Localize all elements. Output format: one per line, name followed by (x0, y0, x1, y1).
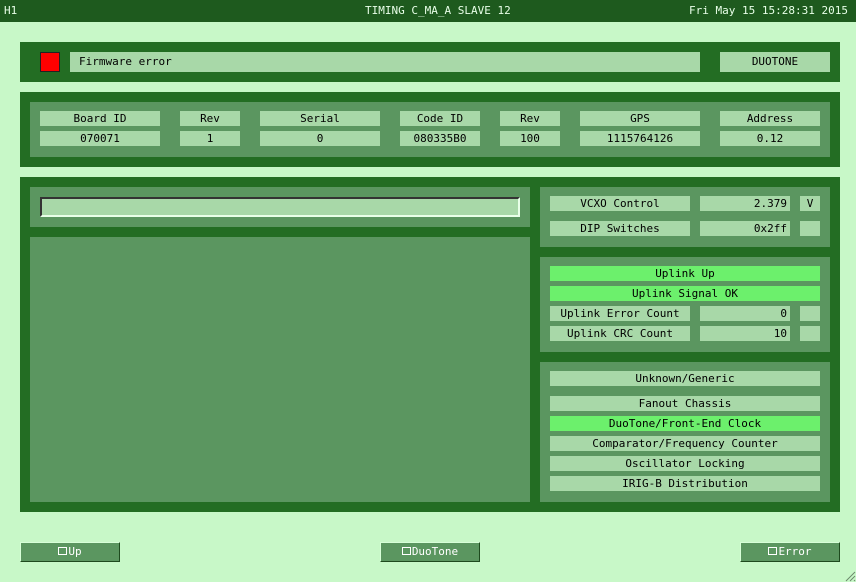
uplink-up-indicator: Uplink Up (550, 266, 820, 281)
vcxo-group: VCXO Control 2.379 V DIP Switches 0x2ff (540, 187, 830, 247)
command-input[interactable] (40, 197, 520, 217)
address-value: 0.12 (720, 131, 820, 146)
rev-label: Rev (180, 111, 240, 126)
gps-label: GPS (580, 111, 700, 126)
duotone-button[interactable]: DuoTone (380, 542, 480, 562)
resize-grip-icon[interactable] (844, 570, 856, 582)
mode-label: DUOTONE (720, 52, 830, 72)
window-id: H1 (4, 4, 18, 17)
board-info-panel: Board ID 070071 Rev 1 Serial 0 Code ID 0… (20, 92, 840, 167)
window-icon (768, 547, 778, 555)
status-panel: Firmware error DUOTONE (20, 42, 840, 82)
board-id-value: 070071 (40, 131, 160, 146)
type-item: IRIG-B Distribution (550, 476, 820, 491)
serial-value: 0 (260, 131, 380, 146)
type-item: Oscillator Locking (550, 456, 820, 471)
code-rev-value: 100 (500, 131, 560, 146)
dip-value: 0x2ff (700, 221, 790, 236)
duotone-button-label: DuoTone (411, 545, 459, 558)
address-label: Address (720, 111, 820, 126)
input-area (30, 187, 530, 227)
up-button[interactable]: Up (20, 542, 120, 562)
uplink-crc-label: Uplink CRC Count (550, 326, 690, 341)
uplink-crc-value: 10 (700, 326, 790, 341)
dip-label: DIP Switches (550, 221, 690, 236)
uplink-signal-indicator: Uplink Signal OK (550, 286, 820, 301)
board-type-group: Unknown/Generic Fanout Chassis DuoTone/F… (540, 362, 830, 502)
up-button-label: Up (68, 545, 82, 558)
code-rev-label: Rev (500, 111, 560, 126)
code-id-label: Code ID (400, 111, 480, 126)
code-id-value: 080335B0 (400, 131, 480, 146)
board-info-inner: Board ID 070071 Rev 1 Serial 0 Code ID 0… (30, 102, 830, 157)
output-area (30, 237, 530, 502)
rev-value: 1 (180, 131, 240, 146)
type-item-active: DuoTone/Front-End Clock (550, 416, 820, 431)
uplink-crc-unit (800, 326, 820, 341)
status-message: Firmware error (70, 52, 700, 72)
type-unknown: Unknown/Generic (550, 371, 820, 386)
serial-label: Serial (260, 111, 380, 126)
type-item: Comparator/Frequency Counter (550, 436, 820, 451)
error-indicator (40, 52, 60, 72)
error-button[interactable]: Error (740, 542, 840, 562)
vcxo-unit: V (800, 196, 820, 211)
window-icon (401, 547, 411, 555)
uplink-error-unit (800, 306, 820, 321)
error-button-label: Error (778, 545, 812, 558)
uplink-group: Uplink Up Uplink Signal OK Uplink Error … (540, 257, 830, 352)
window-icon (58, 547, 68, 555)
gps-value: 1115764126 (580, 131, 700, 146)
vcxo-value: 2.379 (700, 196, 790, 211)
window-title: TIMING C_MA_A SLAVE 12 (365, 4, 511, 17)
board-id-label: Board ID (40, 111, 160, 126)
main-panel: VCXO Control 2.379 V DIP Switches 0x2ff … (20, 177, 840, 512)
title-bar: H1 TIMING C_MA_A SLAVE 12 Fri May 15 15:… (0, 0, 856, 22)
dip-unit (800, 221, 820, 236)
window-datetime: Fri May 15 15:28:31 2015 (689, 4, 848, 17)
vcxo-label: VCXO Control (550, 196, 690, 211)
type-item: Fanout Chassis (550, 396, 820, 411)
uplink-error-label: Uplink Error Count (550, 306, 690, 321)
uplink-error-value: 0 (700, 306, 790, 321)
